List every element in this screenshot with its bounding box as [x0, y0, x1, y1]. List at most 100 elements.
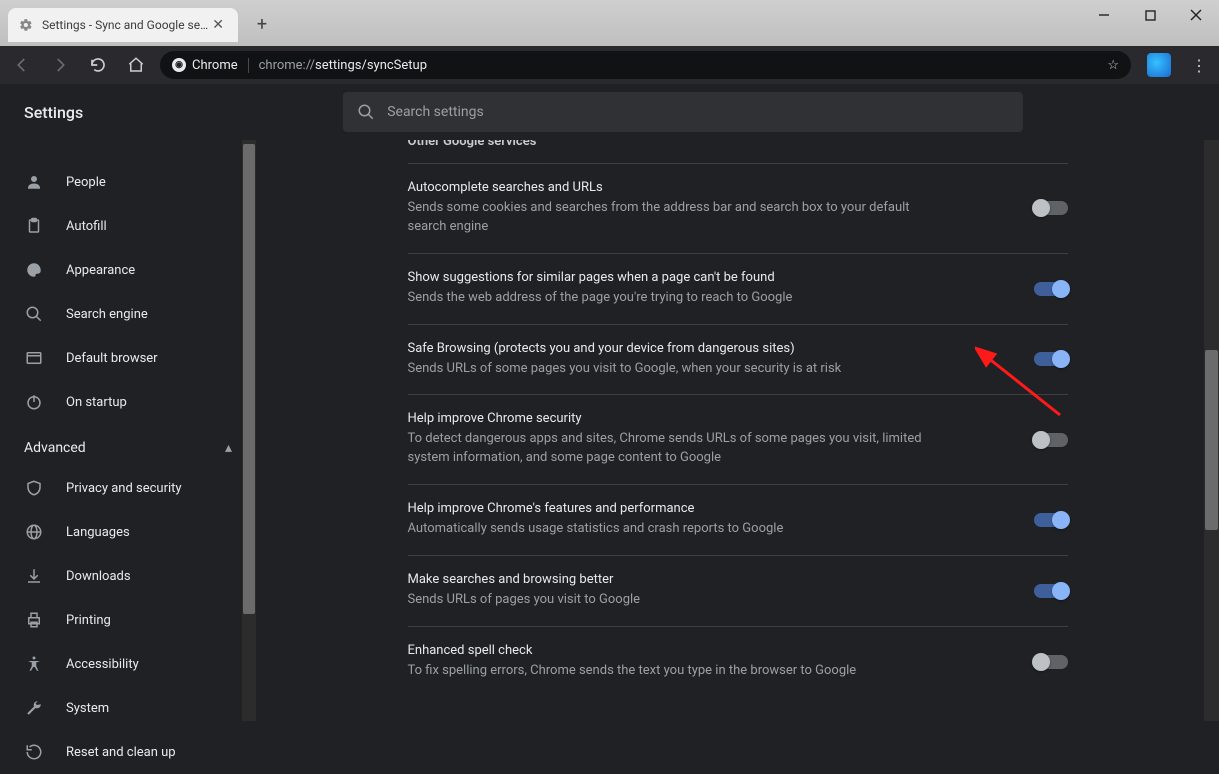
- setting-subtitle: Sends the web address of the page you're…: [408, 289, 793, 308]
- sidebar-item-label: Autofill: [66, 219, 107, 234]
- section-title: Other Google services: [408, 140, 1068, 163]
- setting-subtitle: Automatically sends usage statistics and…: [408, 520, 784, 539]
- sidebar-item-people[interactable]: People: [0, 160, 256, 204]
- setting-toggle[interactable]: [1034, 282, 1068, 296]
- setting-row: Enhanced spell check To fix spelling err…: [408, 627, 1068, 697]
- browser-icon: [24, 348, 44, 368]
- sidebar-item-privacy[interactable]: Privacy and security: [0, 466, 256, 510]
- sidebar-item-label: Appearance: [66, 263, 135, 278]
- settings-main: Other Google services Autocomplete searc…: [256, 140, 1219, 721]
- maximize-button[interactable]: [1127, 0, 1173, 30]
- sidebar-item-label: Downloads: [66, 569, 131, 584]
- power-icon: [24, 392, 44, 412]
- setting-row: Safe Browsing (protects you and your dev…: [408, 325, 1068, 396]
- setting-subtitle: To fix spelling errors, Chrome sends the…: [408, 662, 857, 681]
- sidebar-item-label: Privacy and security: [66, 481, 182, 496]
- accessibility-icon: [24, 654, 44, 674]
- settings-search[interactable]: [343, 92, 1023, 132]
- sidebar-advanced-label: Advanced: [24, 440, 86, 456]
- sidebar-scrollbar[interactable]: [242, 140, 256, 721]
- sidebar-item-label: People: [66, 175, 106, 190]
- settings-search-input[interactable]: [387, 104, 1009, 120]
- reload-button[interactable]: [84, 51, 112, 79]
- tab-title: Settings - Sync and Google servic: [42, 18, 208, 32]
- setting-subtitle: To detect dangerous apps and sites, Chro…: [408, 430, 928, 468]
- setting-row: Help improve Chrome's features and perfo…: [408, 485, 1068, 556]
- new-tab-button[interactable]: +: [248, 10, 276, 38]
- sidebar-scroll-thumb[interactable]: [243, 144, 255, 614]
- url-text: chrome://settings/syncSetup: [259, 58, 427, 73]
- sidebar-item-system[interactable]: System: [0, 686, 256, 730]
- palette-icon: [24, 260, 44, 280]
- setting-toggle[interactable]: [1034, 655, 1068, 669]
- setting-title: Autocomplete searches and URLs: [408, 180, 928, 195]
- window-controls: [1081, 0, 1219, 30]
- sidebar-item-label: Accessibility: [66, 657, 139, 672]
- setting-subtitle: Sends URLs of pages you visit to Google: [408, 591, 641, 610]
- sidebar-item-label: System: [66, 701, 109, 716]
- sidebar-item-label: Default browser: [66, 351, 158, 366]
- sidebar-item-label: On startup: [66, 395, 127, 410]
- sidebar-item-downloads[interactable]: Downloads: [0, 554, 256, 598]
- main-scrollbar[interactable]: [1204, 140, 1219, 721]
- sidebar-item-on-startup[interactable]: On startup: [0, 380, 256, 424]
- browser-tab[interactable]: Settings - Sync and Google servic ✕: [8, 8, 238, 42]
- window-titlebar: Settings - Sync and Google servic ✕ +: [0, 0, 1219, 46]
- bookmark-star-icon[interactable]: ☆: [1107, 58, 1119, 73]
- clipboard-icon: [24, 216, 44, 236]
- setting-toggle[interactable]: [1034, 513, 1068, 527]
- setting-title: Enhanced spell check: [408, 643, 857, 658]
- sidebar-item-autofill[interactable]: Autofill: [0, 204, 256, 248]
- sidebar-item-label: Reset and clean up: [66, 745, 176, 760]
- forward-button[interactable]: [46, 51, 74, 79]
- main-scroll-thumb[interactable]: [1205, 350, 1218, 530]
- sidebar-item-printing[interactable]: Printing: [0, 598, 256, 642]
- sidebar-item-reset[interactable]: Reset and clean up: [0, 730, 256, 774]
- close-window-button[interactable]: [1173, 0, 1219, 30]
- setting-toggle[interactable]: [1034, 433, 1068, 447]
- back-button[interactable]: [8, 51, 36, 79]
- chevron-up-icon: ▴: [225, 440, 232, 456]
- site-chip: ◉ Chrome: [172, 58, 249, 73]
- search-icon: [357, 103, 375, 121]
- setting-title: Make searches and browsing better: [408, 572, 641, 587]
- wrench-icon: [24, 698, 44, 718]
- person-icon: [24, 172, 44, 192]
- setting-row: Show suggestions for similar pages when …: [408, 254, 1068, 325]
- search-icon: [24, 304, 44, 324]
- minimize-button[interactable]: [1081, 0, 1127, 30]
- sidebar-item-default-browser[interactable]: Default browser: [0, 336, 256, 380]
- setting-title: Show suggestions for similar pages when …: [408, 270, 793, 285]
- site-chip-label: Chrome: [192, 58, 238, 73]
- address-bar[interactable]: ◉ Chrome chrome://settings/syncSetup ☆: [160, 51, 1131, 79]
- sidebar-advanced-toggle[interactable]: Advanced ▴: [0, 424, 256, 466]
- home-button[interactable]: [122, 51, 150, 79]
- browser-menu-button[interactable]: ⋮: [1187, 56, 1211, 75]
- setting-toggle[interactable]: [1034, 201, 1068, 215]
- extension-icon[interactable]: [1147, 53, 1171, 77]
- setting-row: Help improve Chrome security To detect d…: [408, 395, 1068, 485]
- browser-toolbar: ◉ Chrome chrome://settings/syncSetup ☆ ⋮: [0, 46, 1219, 84]
- sidebar-item-label: Search engine: [66, 307, 148, 322]
- close-tab-icon[interactable]: ✕: [208, 17, 228, 33]
- setting-subtitle: Sends URLs of some pages you visit to Go…: [408, 360, 842, 379]
- gear-icon: [18, 17, 34, 33]
- setting-row: Autocomplete searches and URLs Sends som…: [408, 163, 1068, 254]
- setting-toggle[interactable]: [1034, 584, 1068, 598]
- globe-icon: [24, 522, 44, 542]
- setting-title: Safe Browsing (protects you and your dev…: [408, 341, 842, 356]
- sidebar-item-label: Printing: [66, 613, 111, 628]
- sidebar-item-languages[interactable]: Languages: [0, 510, 256, 554]
- page-title: Settings: [24, 103, 83, 122]
- sidebar-item-search-engine[interactable]: Search engine: [0, 292, 256, 336]
- restore-icon: [24, 742, 44, 762]
- setting-toggle[interactable]: [1034, 352, 1068, 366]
- chrome-icon: ◉: [172, 58, 186, 72]
- setting-subtitle: Sends some cookies and searches from the…: [408, 199, 928, 237]
- sidebar-item-appearance[interactable]: Appearance: [0, 248, 256, 292]
- settings-sidebar: People Autofill Appearance Search engine…: [0, 140, 256, 721]
- download-icon: [24, 566, 44, 586]
- sidebar-item-accessibility[interactable]: Accessibility: [0, 642, 256, 686]
- setting-title: Help improve Chrome's features and perfo…: [408, 501, 784, 516]
- setting-title: Help improve Chrome security: [408, 411, 928, 426]
